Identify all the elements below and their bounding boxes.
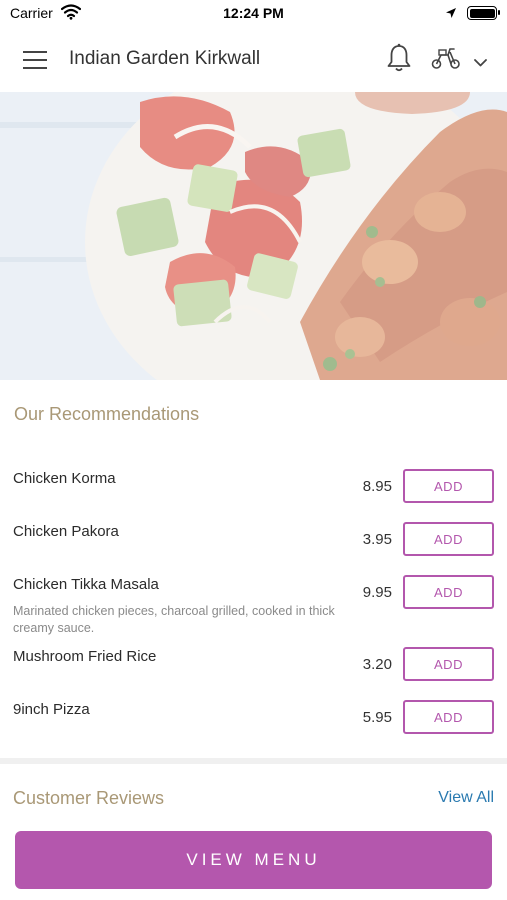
add-button[interactable]: ADD (403, 700, 494, 734)
item-price: 9.95 (362, 584, 392, 601)
item-name: Chicken Korma (13, 470, 116, 487)
recommendations-title: Our Recommendations (14, 404, 200, 424)
clock: 12:24 PM (223, 5, 284, 21)
restaurant-title: Indian Garden Kirkwall (69, 48, 261, 69)
item-price: 8.95 (362, 478, 392, 495)
menu-icon[interactable] (23, 50, 47, 70)
item-name: Chicken Tikka Masala (13, 576, 159, 593)
app-header: Indian Garden Kirkwall (0, 28, 507, 92)
battery-icon (467, 6, 500, 20)
item-description: Marinated chicken pieces, charcoal grill… (13, 604, 335, 635)
add-button[interactable]: ADD (403, 469, 494, 503)
bell-icon[interactable] (386, 43, 412, 78)
chevron-down-icon[interactable] (474, 54, 487, 72)
add-button[interactable]: ADD (403, 522, 494, 556)
item-name: 9inch Pizza (13, 701, 90, 718)
view-all-reviews-link[interactable]: View All (438, 789, 494, 807)
add-button[interactable]: ADD (403, 647, 494, 681)
item-price: 3.20 (362, 656, 392, 673)
reviews-title: Customer Reviews (13, 788, 165, 808)
view-menu-button[interactable]: VIEW MENU (15, 831, 492, 889)
location-arrow-icon (445, 6, 457, 22)
add-button[interactable]: ADD (403, 575, 494, 609)
status-bar: Carrier 12:24 PM (0, 0, 507, 28)
item-price: 5.95 (362, 709, 392, 726)
item-price: 3.95 (362, 531, 392, 548)
item-name: Mushroom Fried Rice (13, 648, 157, 665)
item-name: Chicken Pakora (13, 523, 119, 540)
section-divider (0, 758, 507, 764)
hero-food-image (0, 92, 507, 380)
scooter-icon[interactable] (431, 46, 461, 75)
